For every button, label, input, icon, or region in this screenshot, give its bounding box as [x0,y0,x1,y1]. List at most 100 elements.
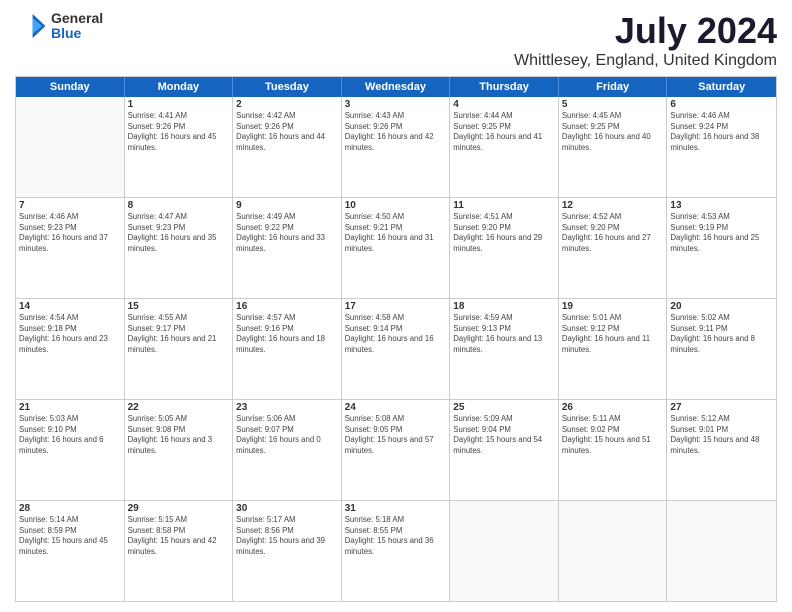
day-info: Sunrise: 4:44 AM Sunset: 9:25 PM Dayligh… [453,111,555,153]
day-number: 4 [453,99,555,110]
day-number: 23 [236,402,338,413]
day-cell-23: 23Sunrise: 5:06 AM Sunset: 9:07 PM Dayli… [233,400,342,500]
day-info: Sunrise: 4:47 AM Sunset: 9:23 PM Dayligh… [128,212,230,254]
logo-blue-label: Blue [51,26,103,41]
calendar-row-4: 28Sunrise: 5:14 AM Sunset: 8:59 PM Dayli… [16,501,776,601]
day-number: 30 [236,503,338,514]
empty-cell [450,501,559,601]
logo-general-label: General [51,11,103,26]
day-info: Sunrise: 4:45 AM Sunset: 9:25 PM Dayligh… [562,111,664,153]
day-cell-6: 6Sunrise: 4:46 AM Sunset: 9:24 PM Daylig… [667,97,776,197]
day-number: 2 [236,99,338,110]
empty-cell [559,501,668,601]
calendar-header: SundayMondayTuesdayWednesdayThursdayFrid… [16,77,776,97]
day-info: Sunrise: 4:46 AM Sunset: 9:24 PM Dayligh… [670,111,773,153]
day-number: 21 [19,402,121,413]
day-number: 7 [19,200,121,211]
day-info: Sunrise: 4:57 AM Sunset: 9:16 PM Dayligh… [236,313,338,355]
day-info: Sunrise: 5:03 AM Sunset: 9:10 PM Dayligh… [19,414,121,456]
logo: General Blue [15,10,103,42]
day-cell-29: 29Sunrise: 5:15 AM Sunset: 8:58 PM Dayli… [125,501,234,601]
day-number: 22 [128,402,230,413]
day-info: Sunrise: 5:05 AM Sunset: 9:08 PM Dayligh… [128,414,230,456]
day-number: 3 [345,99,447,110]
header-day-monday: Monday [125,77,234,97]
day-number: 26 [562,402,664,413]
subtitle: Whittlesey, England, United Kingdom [514,52,777,70]
calendar-row-2: 14Sunrise: 4:54 AM Sunset: 9:18 PM Dayli… [16,299,776,400]
day-cell-14: 14Sunrise: 4:54 AM Sunset: 9:18 PM Dayli… [16,299,125,399]
header: General Blue July 2024 Whittlesey, Engla… [15,10,777,70]
day-cell-19: 19Sunrise: 5:01 AM Sunset: 9:12 PM Dayli… [559,299,668,399]
header-day-sunday: Sunday [16,77,125,97]
day-info: Sunrise: 4:53 AM Sunset: 9:19 PM Dayligh… [670,212,773,254]
day-number: 19 [562,301,664,312]
day-number: 31 [345,503,447,514]
day-cell-30: 30Sunrise: 5:17 AM Sunset: 8:56 PM Dayli… [233,501,342,601]
header-day-saturday: Saturday [667,77,776,97]
day-info: Sunrise: 4:59 AM Sunset: 9:13 PM Dayligh… [453,313,555,355]
day-number: 5 [562,99,664,110]
day-cell-8: 8Sunrise: 4:47 AM Sunset: 9:23 PM Daylig… [125,198,234,298]
day-info: Sunrise: 5:17 AM Sunset: 8:56 PM Dayligh… [236,515,338,557]
day-info: Sunrise: 4:49 AM Sunset: 9:22 PM Dayligh… [236,212,338,254]
day-info: Sunrise: 5:09 AM Sunset: 9:04 PM Dayligh… [453,414,555,456]
day-cell-2: 2Sunrise: 4:42 AM Sunset: 9:26 PM Daylig… [233,97,342,197]
day-info: Sunrise: 4:46 AM Sunset: 9:23 PM Dayligh… [19,212,121,254]
day-cell-21: 21Sunrise: 5:03 AM Sunset: 9:10 PM Dayli… [16,400,125,500]
day-cell-26: 26Sunrise: 5:11 AM Sunset: 9:02 PM Dayli… [559,400,668,500]
day-number: 6 [670,99,773,110]
day-cell-11: 11Sunrise: 4:51 AM Sunset: 9:20 PM Dayli… [450,198,559,298]
day-number: 17 [345,301,447,312]
calendar: SundayMondayTuesdayWednesdayThursdayFrid… [15,76,777,602]
main-title: July 2024 [514,10,777,52]
day-number: 15 [128,301,230,312]
day-cell-17: 17Sunrise: 4:58 AM Sunset: 9:14 PM Dayli… [342,299,451,399]
day-number: 24 [345,402,447,413]
calendar-row-1: 7Sunrise: 4:46 AM Sunset: 9:23 PM Daylig… [16,198,776,299]
day-number: 10 [345,200,447,211]
day-cell-24: 24Sunrise: 5:08 AM Sunset: 9:05 PM Dayli… [342,400,451,500]
day-info: Sunrise: 5:15 AM Sunset: 8:58 PM Dayligh… [128,515,230,557]
day-number: 11 [453,200,555,211]
day-number: 16 [236,301,338,312]
day-number: 8 [128,200,230,211]
day-info: Sunrise: 4:43 AM Sunset: 9:26 PM Dayligh… [345,111,447,153]
day-cell-18: 18Sunrise: 4:59 AM Sunset: 9:13 PM Dayli… [450,299,559,399]
day-cell-4: 4Sunrise: 4:44 AM Sunset: 9:25 PM Daylig… [450,97,559,197]
calendar-row-0: 1Sunrise: 4:41 AM Sunset: 9:26 PM Daylig… [16,97,776,198]
day-cell-9: 9Sunrise: 4:49 AM Sunset: 9:22 PM Daylig… [233,198,342,298]
header-day-wednesday: Wednesday [342,77,451,97]
header-day-tuesday: Tuesday [233,77,342,97]
day-cell-27: 27Sunrise: 5:12 AM Sunset: 9:01 PM Dayli… [667,400,776,500]
day-cell-5: 5Sunrise: 4:45 AM Sunset: 9:25 PM Daylig… [559,97,668,197]
calendar-body: 1Sunrise: 4:41 AM Sunset: 9:26 PM Daylig… [16,97,776,601]
logo-text: General Blue [51,11,103,42]
day-number: 27 [670,402,773,413]
day-info: Sunrise: 4:55 AM Sunset: 9:17 PM Dayligh… [128,313,230,355]
day-cell-12: 12Sunrise: 4:52 AM Sunset: 9:20 PM Dayli… [559,198,668,298]
day-cell-25: 25Sunrise: 5:09 AM Sunset: 9:04 PM Dayli… [450,400,559,500]
day-cell-1: 1Sunrise: 4:41 AM Sunset: 9:26 PM Daylig… [125,97,234,197]
day-cell-22: 22Sunrise: 5:05 AM Sunset: 9:08 PM Dayli… [125,400,234,500]
day-number: 20 [670,301,773,312]
day-cell-31: 31Sunrise: 5:18 AM Sunset: 8:55 PM Dayli… [342,501,451,601]
day-cell-10: 10Sunrise: 4:50 AM Sunset: 9:21 PM Dayli… [342,198,451,298]
day-info: Sunrise: 5:12 AM Sunset: 9:01 PM Dayligh… [670,414,773,456]
day-cell-15: 15Sunrise: 4:55 AM Sunset: 9:17 PM Dayli… [125,299,234,399]
day-info: Sunrise: 5:02 AM Sunset: 9:11 PM Dayligh… [670,313,773,355]
day-cell-16: 16Sunrise: 4:57 AM Sunset: 9:16 PM Dayli… [233,299,342,399]
day-number: 28 [19,503,121,514]
day-number: 18 [453,301,555,312]
title-block: July 2024 Whittlesey, England, United Ki… [514,10,777,70]
day-info: Sunrise: 4:42 AM Sunset: 9:26 PM Dayligh… [236,111,338,153]
header-day-thursday: Thursday [450,77,559,97]
day-info: Sunrise: 4:41 AM Sunset: 9:26 PM Dayligh… [128,111,230,153]
calendar-row-3: 21Sunrise: 5:03 AM Sunset: 9:10 PM Dayli… [16,400,776,501]
day-info: Sunrise: 4:54 AM Sunset: 9:18 PM Dayligh… [19,313,121,355]
day-number: 29 [128,503,230,514]
day-number: 9 [236,200,338,211]
day-number: 12 [562,200,664,211]
empty-cell [667,501,776,601]
page: General Blue July 2024 Whittlesey, Engla… [0,0,792,612]
